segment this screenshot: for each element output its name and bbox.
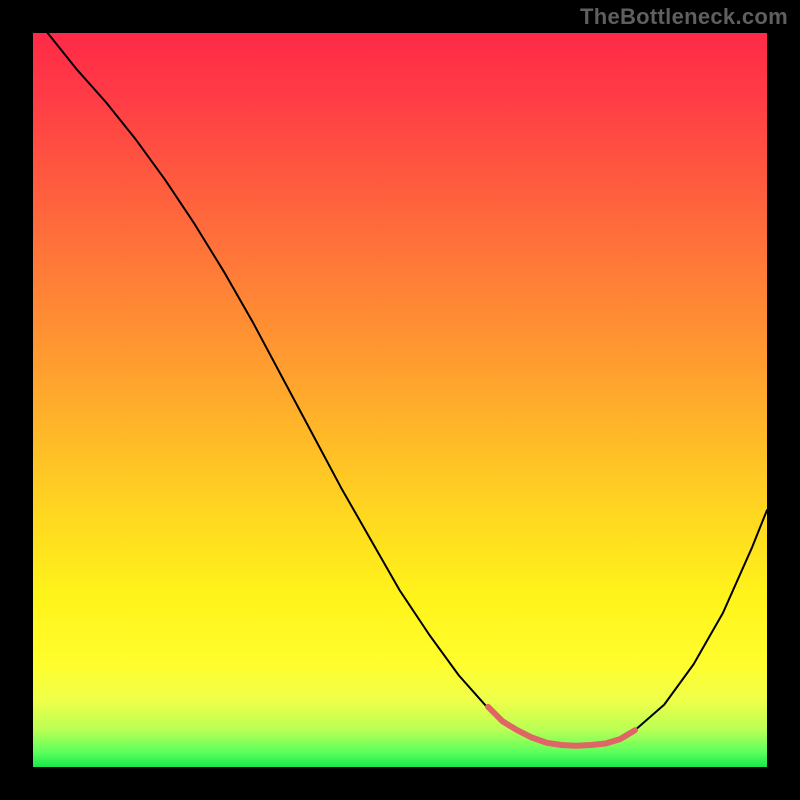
chart-svg bbox=[33, 33, 767, 767]
curve-main bbox=[48, 33, 767, 746]
watermark-label: TheBottleneck.com bbox=[580, 4, 788, 30]
series-layer bbox=[48, 33, 767, 746]
plot-area bbox=[33, 33, 767, 767]
chart-frame: TheBottleneck.com bbox=[0, 0, 800, 800]
curve-accent bbox=[488, 707, 635, 746]
